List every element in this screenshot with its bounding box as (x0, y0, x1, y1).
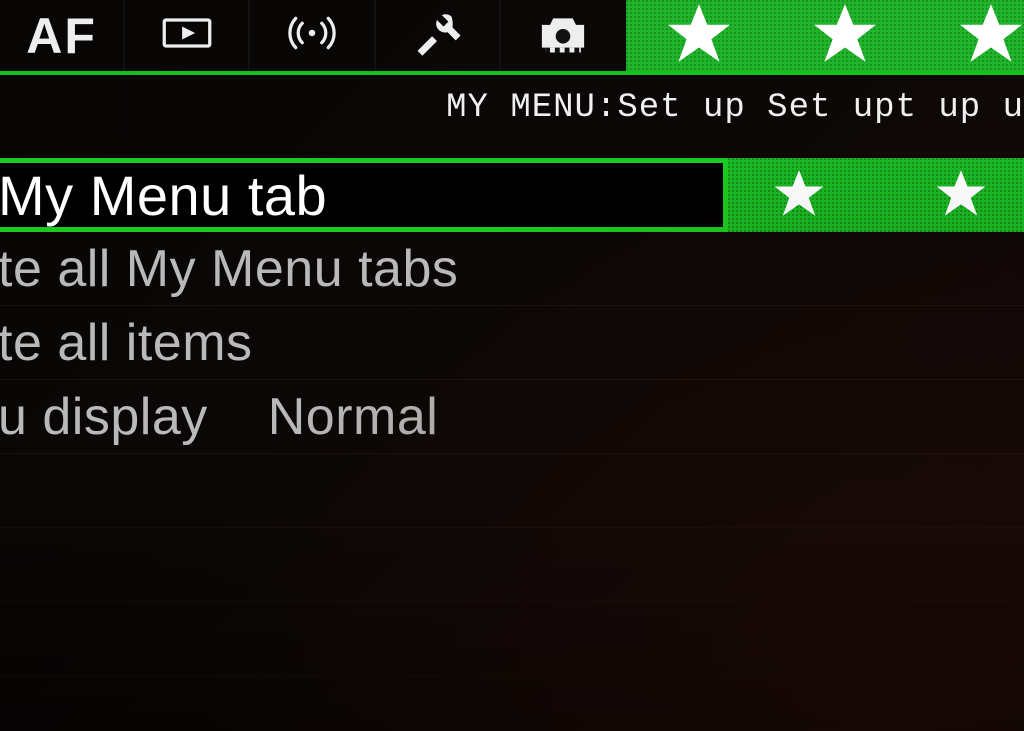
star-icon (935, 167, 987, 224)
wireless-icon (286, 7, 338, 64)
breadcrumb: MY MENU:Set up Set upt up u (0, 85, 1024, 130)
tab-af[interactable]: AF (0, 0, 125, 71)
list-row-empty (0, 454, 1024, 528)
tab-wireless[interactable] (250, 0, 375, 71)
menu-item-label: u display (0, 387, 208, 447)
menu-item-label: te all items (0, 313, 253, 373)
star-icon (666, 0, 732, 71)
menu-item-selected-stars (728, 158, 1024, 232)
menu-item-selected-label: My Menu tab (0, 163, 327, 228)
list-row-empty (0, 676, 1024, 731)
af-text-icon: AF (26, 7, 97, 65)
tab-playback[interactable] (125, 0, 250, 71)
menu-list: te all My Menu tabs te all items u displ… (0, 232, 1024, 731)
list-row-empty (0, 602, 1024, 676)
star-icon (958, 0, 1024, 71)
list-row-empty (0, 528, 1024, 602)
menu-item-selected[interactable]: My Menu tab (0, 158, 1024, 232)
star-icon (812, 0, 878, 71)
tab-camera-settings[interactable] (501, 0, 626, 71)
tab-settings[interactable] (376, 0, 501, 71)
menu-item-value: Normal (268, 387, 439, 447)
camera-settings-icon (537, 7, 589, 64)
menu-item-selected-frame: My Menu tab (0, 158, 728, 232)
tab-my-menu[interactable] (626, 0, 1024, 71)
top-tab-bar: AF (0, 0, 1024, 75)
menu-item-display[interactable]: u display Normal (0, 380, 1024, 454)
menu-item-delete-tabs[interactable]: te all My Menu tabs (0, 232, 1024, 306)
menu-item-delete-items[interactable]: te all items (0, 306, 1024, 380)
playback-icon (161, 7, 213, 64)
breadcrumb-text: MY MENU:Set up Set upt up u (446, 89, 1024, 127)
menu-item-label: te all My Menu tabs (0, 239, 458, 299)
star-icon (773, 167, 825, 224)
wrench-icon (411, 7, 463, 64)
